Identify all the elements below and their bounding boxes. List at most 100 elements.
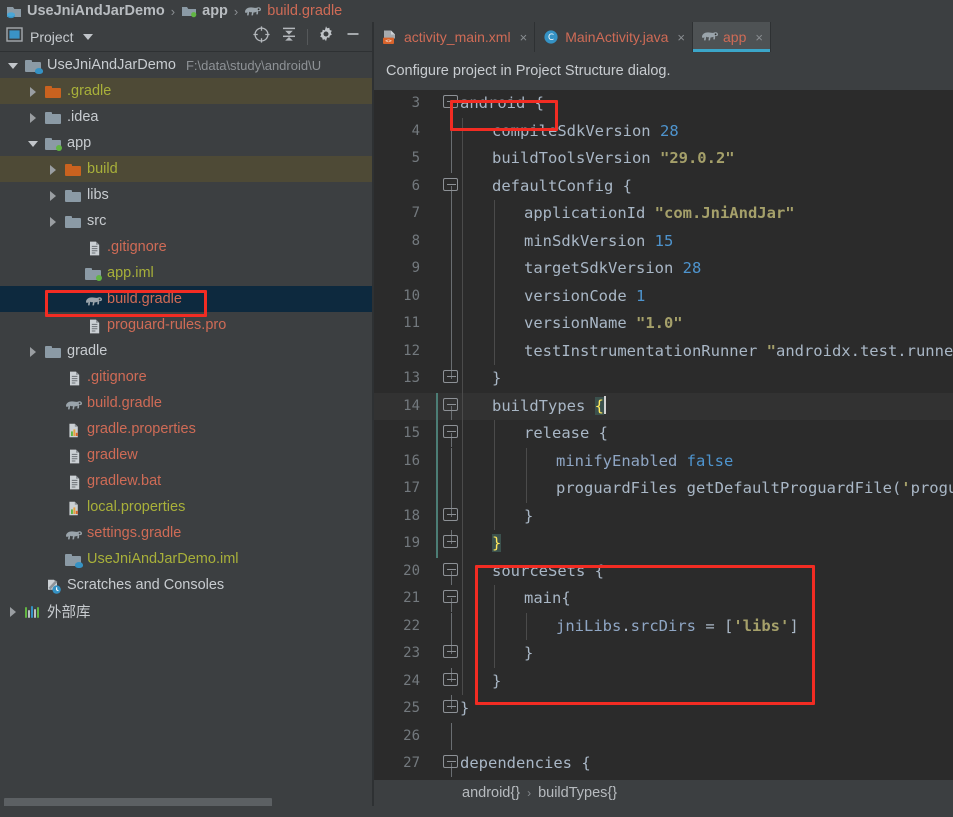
- fold-collapse-icon[interactable]: [443, 397, 458, 411]
- code-line[interactable]: 3 android {: [374, 90, 953, 118]
- breadcrumb-item-project[interactable]: UseJniAndJarDemo: [6, 3, 165, 19]
- tree-row[interactable]: src: [0, 208, 372, 234]
- code-line[interactable]: 4 compileSdkVersion 28: [374, 117, 953, 145]
- fold-gutter[interactable]: [441, 365, 461, 393]
- code-editor[interactable]: 3 android {4 compileSdkVersion 28 5 buildToo…: [374, 90, 953, 780]
- code-line[interactable]: 20 sourceSets {: [374, 557, 953, 586]
- tree-row[interactable]: proguard-rules.pro: [0, 312, 372, 338]
- code-line[interactable]: 6 defaultConfig {: [374, 172, 953, 201]
- fold-gutter[interactable]: [441, 90, 461, 118]
- chevron-right-icon[interactable]: [48, 190, 59, 201]
- code-line[interactable]: 26: [374, 722, 953, 750]
- fold-collapse-icon[interactable]: [443, 95, 458, 108]
- tree-row[interactable]: 外部库: [0, 598, 372, 624]
- fold-expand-icon[interactable]: [443, 672, 458, 686]
- tree-row[interactable]: gradle: [0, 338, 372, 364]
- fold-gutter[interactable]: [441, 227, 461, 255]
- chevron-down-icon[interactable]: [8, 60, 19, 71]
- chevron-right-icon[interactable]: [48, 164, 59, 175]
- fold-expand-icon[interactable]: [443, 535, 458, 548]
- fold-collapse-icon[interactable]: [443, 425, 458, 438]
- tree-row[interactable]: UseJniAndJarDemo F:\data\study\android\U: [0, 52, 372, 78]
- collapse-all-icon[interactable]: [280, 25, 298, 48]
- fold-expand-icon[interactable]: [443, 645, 458, 658]
- code-line[interactable]: 7 applicationId "com.JniAndJar": [374, 200, 953, 228]
- fold-collapse-icon[interactable]: [443, 562, 458, 576]
- fold-gutter[interactable]: [441, 612, 461, 640]
- chevron-right-icon[interactable]: [8, 606, 19, 617]
- fold-gutter[interactable]: [441, 117, 461, 145]
- fold-gutter[interactable]: [441, 393, 461, 421]
- tree-row[interactable]: .gitignore: [0, 364, 372, 390]
- code-line[interactable]: 19}: [374, 530, 953, 558]
- chevron-right-icon[interactable]: [28, 86, 39, 97]
- fold-gutter[interactable]: [441, 255, 461, 283]
- fold-collapse-icon[interactable]: [443, 590, 458, 603]
- tree-row[interactable]: .gradle: [0, 78, 372, 104]
- fold-gutter[interactable]: [441, 420, 461, 448]
- tree-row[interactable]: .gitignore: [0, 234, 372, 260]
- chevron-down-icon[interactable]: [82, 33, 93, 40]
- chevron-right-icon[interactable]: [28, 112, 39, 123]
- chevron-right-icon[interactable]: [28, 346, 39, 357]
- fold-gutter[interactable]: [441, 282, 461, 310]
- tree-row[interactable]: .idea: [0, 104, 372, 130]
- code-line[interactable]: 9 targetSdkVersion 28: [374, 255, 953, 283]
- tab-app-gradle[interactable]: app ×: [693, 22, 771, 52]
- tree-row[interactable]: app: [0, 130, 372, 156]
- fold-gutter[interactable]: [441, 695, 461, 723]
- tree-row[interactable]: settings.gradle: [0, 520, 372, 546]
- code-line[interactable]: 8 minSdkVersion 15: [374, 227, 953, 255]
- tree-row[interactable]: UseJniAndJarDemo.iml: [0, 546, 372, 572]
- code-line[interactable]: 23}: [374, 640, 953, 668]
- fold-gutter[interactable]: [441, 750, 461, 778]
- chevron-down-icon[interactable]: [28, 138, 39, 149]
- code-line[interactable]: 16 minifyEnabled false: [374, 447, 953, 475]
- gear-icon[interactable]: [317, 25, 335, 48]
- code-line[interactable]: 25}: [374, 695, 953, 723]
- fold-gutter[interactable]: [441, 310, 461, 338]
- crosshair-target-icon[interactable]: [252, 25, 271, 49]
- close-icon[interactable]: ×: [677, 30, 685, 45]
- code-line[interactable]: 15 release {: [374, 420, 953, 448]
- fold-expand-icon[interactable]: [443, 507, 458, 521]
- project-tree[interactable]: UseJniAndJarDemo F:\data\study\android\U.…: [0, 52, 372, 793]
- fold-gutter[interactable]: [441, 667, 461, 696]
- fold-collapse-icon[interactable]: [443, 755, 458, 768]
- fold-collapse-icon[interactable]: [443, 177, 458, 191]
- fold-gutter[interactable]: [441, 558, 461, 586]
- code-line[interactable]: 27 dependencies {: [374, 750, 953, 778]
- fold-gutter[interactable]: [441, 200, 461, 228]
- fold-gutter[interactable]: [441, 502, 461, 531]
- tree-row[interactable]: Scratches and Consoles: [0, 572, 372, 598]
- tree-row[interactable]: local.properties: [0, 494, 372, 520]
- tree-row[interactable]: gradlew.bat: [0, 468, 372, 494]
- fold-gutter[interactable]: [441, 475, 461, 503]
- code-line[interactable]: 12 testInstrumentationRunner "androidx.te…: [374, 337, 953, 365]
- fold-gutter[interactable]: [441, 173, 461, 201]
- code-line[interactable]: 24}: [374, 667, 953, 696]
- editor-breadcrumb-item-android[interactable]: android{}: [462, 785, 520, 801]
- tree-row[interactable]: build.gradle: [0, 390, 372, 416]
- fold-gutter[interactable]: [441, 447, 461, 475]
- minimize-icon[interactable]: [344, 25, 362, 48]
- code-line[interactable]: 18}: [374, 502, 953, 531]
- fold-gutter[interactable]: [441, 530, 461, 558]
- chevron-right-icon[interactable]: [48, 216, 59, 227]
- tree-row[interactable]: build.gradle: [0, 286, 372, 312]
- fold-gutter[interactable]: [441, 585, 461, 613]
- code-line[interactable]: 22 jniLibs.srcDirs = ['libs']: [374, 612, 953, 640]
- breadcrumb-item-module[interactable]: app: [181, 3, 228, 19]
- tab-activity-main-xml[interactable]: <> activity_main.xml ×: [374, 22, 536, 52]
- breadcrumb-item-file[interactable]: build.gradle: [244, 3, 342, 19]
- editor-breadcrumb-item-build-types[interactable]: buildTypes{}: [538, 785, 617, 801]
- close-icon[interactable]: ×: [520, 30, 528, 45]
- code-line[interactable]: 17 proguardFiles getDefaultProguardFile('…: [374, 475, 953, 503]
- close-icon[interactable]: ×: [755, 30, 763, 45]
- tree-row[interactable]: libs: [0, 182, 372, 208]
- fold-gutter[interactable]: [441, 145, 461, 173]
- fold-gutter[interactable]: [441, 640, 461, 668]
- code-line[interactable]: 14 buildTypes {: [374, 392, 953, 421]
- code-line[interactable]: 5 buildToolsVersion "29.0.2": [374, 145, 953, 173]
- code-line[interactable]: 13}: [374, 365, 953, 393]
